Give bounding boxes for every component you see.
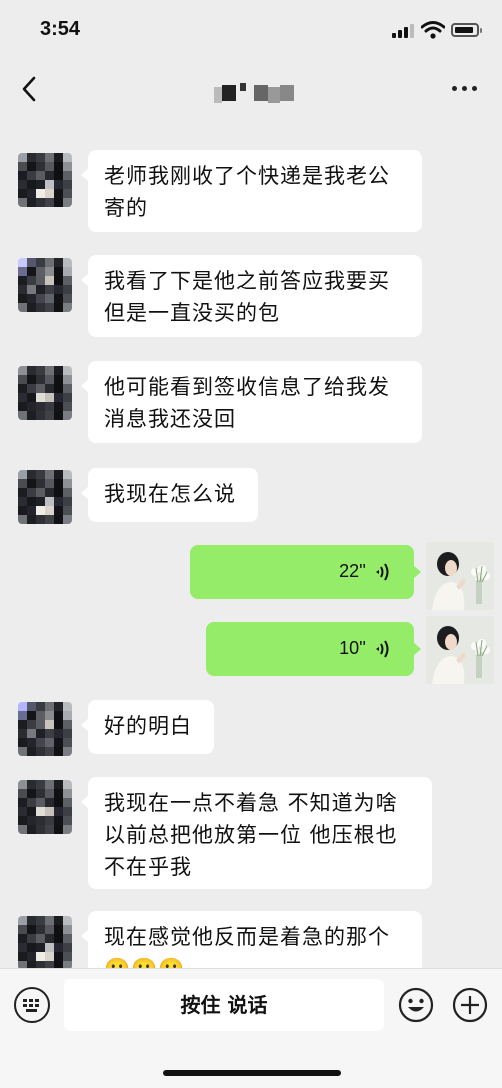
message-bubble[interactable]: 我看了下是他之前答应我要买 但是一直没买的包 xyxy=(81,255,422,337)
message-line: 但是一直没买的包 xyxy=(104,301,280,325)
message-line: 好的明白 xyxy=(104,714,192,738)
back-arrow-icon[interactable] xyxy=(16,72,46,106)
avatar-portrait-image xyxy=(426,616,494,684)
message-bubble[interactable]: 我现在一点不着急 不知道为啥 以前总把他放第一位 他压根也 不在乎我 xyxy=(81,777,432,889)
message-line: 现在感觉他反而是着急的那个 xyxy=(104,925,390,949)
contact-avatar[interactable] xyxy=(18,780,72,834)
voice-duration: 22'' xyxy=(339,561,366,581)
chat-message-list[interactable]: 老师我刚收了个快递是我老公 寄的 我看了下是他之前答应我要买 但是一直没买的包 … xyxy=(0,118,502,968)
message-line: 以前总把他放第一位 他压根也 xyxy=(104,823,398,847)
voice-duration: 10'' xyxy=(339,638,366,658)
voice-wave-icon xyxy=(376,640,389,658)
hold-to-talk-button[interactable]: 按住 说话 xyxy=(64,979,384,1031)
message-line: 老师我刚收了个快递是我老公 xyxy=(104,164,390,188)
voice-message-bubble[interactable]: 22'' xyxy=(190,545,421,599)
contact-avatar[interactable] xyxy=(18,366,72,420)
voice-message-bubble[interactable]: 10'' xyxy=(206,622,421,676)
contact-avatar[interactable] xyxy=(18,916,72,968)
wifi-icon xyxy=(421,21,445,39)
message-line: 😬😬😬 xyxy=(104,953,406,968)
home-indicator[interactable] xyxy=(163,1070,341,1076)
message-bubble[interactable]: 老师我刚收了个快递是我老公 寄的 xyxy=(81,150,422,232)
more-options-icon[interactable] xyxy=(448,78,482,98)
voice-keyboard-toggle-icon[interactable] xyxy=(14,987,50,1023)
signal-icon xyxy=(392,24,414,38)
my-avatar[interactable] xyxy=(426,542,494,610)
status-bar: 3:54 xyxy=(0,0,502,60)
message-line: 他可能看到签收信息了给我发 xyxy=(104,375,390,399)
nav-bar xyxy=(0,60,502,118)
my-avatar[interactable] xyxy=(426,616,494,684)
message-line: 我现在怎么说 xyxy=(104,482,236,506)
message-bubble[interactable]: 我现在怎么说 xyxy=(81,468,258,522)
message-bubble[interactable]: 现在感觉他反而是着急的那个 😬😬😬 xyxy=(81,911,422,968)
contact-avatar[interactable] xyxy=(18,470,72,524)
status-time: 3:54 xyxy=(40,18,81,40)
message-line: 我看了下是他之前答应我要买 xyxy=(104,269,390,293)
contact-avatar[interactable] xyxy=(18,258,72,312)
voice-wave-icon xyxy=(376,563,389,581)
message-line: 消息我还没回 xyxy=(104,407,236,431)
plus-icon[interactable] xyxy=(452,987,488,1023)
message-line: 我现在一点不着急 不知道为啥 xyxy=(104,791,398,815)
contact-avatar[interactable] xyxy=(18,153,72,207)
contact-avatar[interactable] xyxy=(18,702,72,756)
message-bubble[interactable]: 好的明白 xyxy=(81,700,214,754)
message-line: 寄的 xyxy=(104,196,148,220)
battery-icon xyxy=(451,23,482,37)
emoji-icon[interactable] xyxy=(398,987,434,1023)
message-bubble[interactable]: 他可能看到签收信息了给我发 消息我还没回 xyxy=(81,361,422,443)
avatar-portrait-image xyxy=(426,542,494,610)
chat-title-pixelated xyxy=(214,83,304,105)
message-line: 不在乎我 xyxy=(104,855,192,879)
